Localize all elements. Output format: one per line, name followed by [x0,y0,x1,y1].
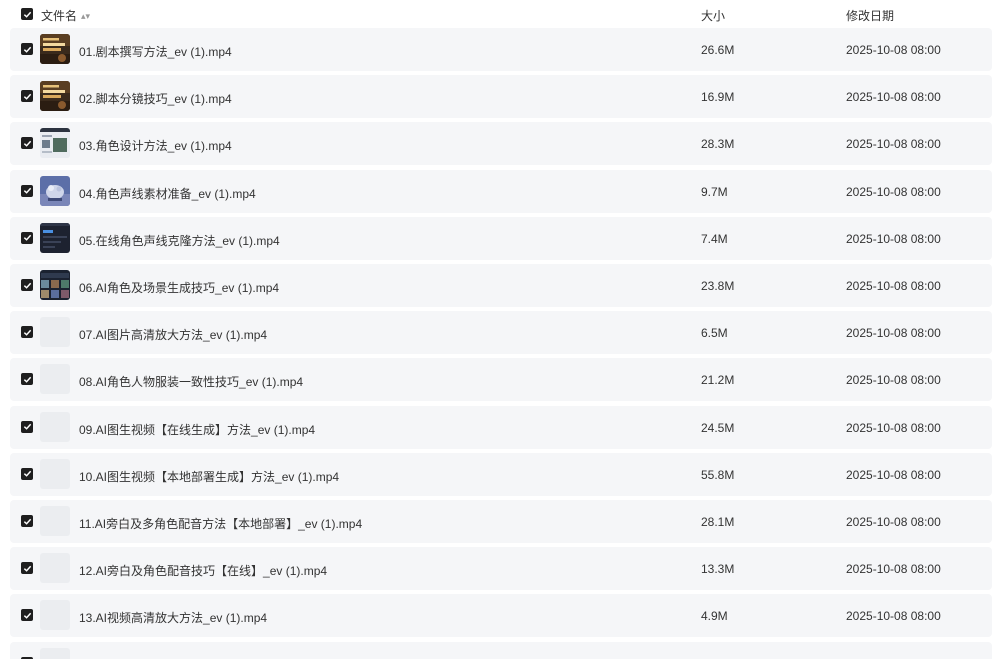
file-modified-date: 2025-10-08 08:00 [846,279,941,293]
file-row[interactable] [10,641,992,659]
video-thumbnail[interactable] [40,128,70,159]
file-name[interactable]: 05.在线角色声线克隆方法_ev (1).mp4 [79,232,280,249]
row-checkbox[interactable] [21,90,33,103]
file-modified-date: 2025-10-08 08:00 [846,90,941,105]
sort-icon[interactable]: ▴▾ [81,11,90,22]
video-thumbnail[interactable] [40,506,70,536]
file-size: 28.1M [701,515,735,529]
file-row[interactable]: 06.AI角色及场景生成技巧_ev (1).mp4 23.8M 2025-10-08… [10,264,992,307]
row-checkbox[interactable] [21,373,33,386]
file-size: 16.9M [701,90,735,105]
video-thumbnail[interactable] [40,553,70,584]
file-modified-date: 2025-10-08 08:00 [846,326,941,341]
file-modified-date: 2025-10-08 08:00 [846,231,941,246]
file-row[interactable]: 05.在线角色声线克隆方法_ev (1).mp4 7.4M 2025-10-08 0… [10,216,992,260]
file-row[interactable]: 08.AI角色人物服装一致性技巧_ev (1).mp4 21.2M 2025-10-… [10,358,992,402]
select-all-checkbox[interactable] [21,8,33,20]
file-modified-date: 2025-10-08 08:00 [846,43,941,57]
file-size: 21.2M [701,373,735,388]
row-checkbox[interactable] [21,326,33,339]
video-thumbnail[interactable] [40,81,70,112]
video-thumbnail[interactable] [40,175,70,206]
file-name[interactable]: 10.AI图生视频【本地部署生成】方法_ev (1).mp4 [79,468,339,485]
video-thumbnail[interactable] [40,270,70,300]
file-size: 23.8M [701,279,735,293]
row-checkbox[interactable] [21,562,33,575]
column-header-date[interactable]: 修改日期 [846,7,894,24]
row-checkbox[interactable] [21,420,33,433]
list-header: 文件名 ▴▾ 大小 修改日期 [0,0,1000,28]
file-size: 24.5M [701,420,735,435]
file-row[interactable]: 11.AI旁白及多角色配音方法【本地部署】_ev (1).mp4 28.1M 202… [10,500,992,543]
row-checkbox[interactable] [21,279,33,291]
file-name[interactable]: 03.角色设计方法_ev (1).mp4 [79,137,232,154]
column-header-size[interactable]: 大小 [701,7,725,24]
row-checkbox[interactable] [21,515,33,527]
row-checkbox[interactable] [21,43,33,55]
file-modified-date: 2025-10-08 08:00 [846,184,941,199]
file-name[interactable]: 08.AI角色人物服装一致性技巧_ev (1).mp4 [79,373,303,390]
file-name[interactable]: 11.AI旁白及多角色配音方法【本地部署】_ev (1).mp4 [79,515,362,532]
video-thumbnail[interactable] [40,317,70,348]
file-name[interactable]: 06.AI角色及场景生成技巧_ev (1).mp4 [79,279,279,296]
file-name[interactable]: 13.AI视频高清放大方法_ev (1).mp4 [79,609,267,626]
file-modified-date: 2025-10-08 08:00 [846,467,941,482]
video-thumbnail[interactable] [40,458,70,489]
file-list: 文件名 ▴▾ 大小 修改日期 01.剧本撰写方法_ev (1).mp4 26.6M 2… [0,0,1000,659]
video-thumbnail[interactable] [40,600,70,631]
video-thumbnail[interactable] [40,411,70,442]
file-name[interactable]: 01.剧本撰写方法_ev (1).mp4 [79,43,232,60]
file-name[interactable]: 12.AI旁白及角色配音技巧【在线】_ev (1).mp4 [79,562,327,579]
file-size: 7.4M [701,231,728,246]
file-modified-date: 2025-10-08 08:00 [846,562,941,577]
file-size: 9.7M [701,184,728,199]
file-name[interactable]: 04.角色声线素材准备_ev (1).mp4 [79,185,256,202]
file-row[interactable]: 10.AI图生视频【本地部署生成】方法_ev (1).mp4 55.8M 2025-… [10,452,992,496]
row-checkbox[interactable] [21,609,33,622]
file-size: 55.8M [701,467,735,482]
file-row[interactable]: 07.AI图片高清放大方法_ev (1).mp4 6.5M 2025-10-08 0… [10,311,992,355]
file-row[interactable]: 04.角色声线素材准备_ev (1).mp4 9.7M 2025-10-08 08:… [10,169,992,213]
file-modified-date: 2025-10-08 08:00 [846,609,941,624]
file-row[interactable]: 12.AI旁白及角色配音技巧【在线】_ev (1).mp4 13.3M 2025-1… [10,547,992,591]
file-name[interactable]: 07.AI图片高清放大方法_ev (1).mp4 [79,326,267,343]
file-size: 4.9M [701,609,728,624]
file-row[interactable]: 13.AI视频高清放大方法_ev (1).mp4 4.9M 2025-10-08 0… [10,594,992,638]
file-size: 13.3M [701,562,735,577]
file-modified-date: 2025-10-08 08:00 [846,515,941,529]
video-thumbnail[interactable] [40,364,70,395]
video-thumbnail[interactable] [40,647,70,659]
file-modified-date: 2025-10-08 08:00 [846,420,941,435]
file-name[interactable]: 09.AI图生视频【在线生成】方法_ev (1).mp4 [79,421,315,438]
row-checkbox[interactable] [21,137,33,150]
file-size: 28.3M [701,137,735,152]
file-modified-date: 2025-10-08 08:00 [846,137,941,152]
file-size: 6.5M [701,326,728,341]
file-name[interactable]: 02.脚本分镜技巧_ev (1).mp4 [79,90,232,107]
row-checkbox[interactable] [21,184,33,197]
video-thumbnail[interactable] [40,222,70,253]
file-row[interactable]: 03.角色设计方法_ev (1).mp4 28.3M 2025-10-08 08:0… [10,122,992,166]
file-row[interactable]: 01.剧本撰写方法_ev (1).mp4 26.6M 2025-10-08 08:0… [10,28,992,71]
column-header-name[interactable]: 文件名 ▴▾ [41,7,90,24]
row-checkbox[interactable] [21,231,33,244]
video-thumbnail[interactable] [40,34,70,64]
file-row[interactable]: 09.AI图生视频【在线生成】方法_ev (1).mp4 24.5M 2025-10… [10,405,992,449]
file-size: 26.6M [701,43,735,57]
file-modified-date: 2025-10-08 08:00 [846,373,941,388]
row-checkbox[interactable] [21,467,33,480]
column-header-name-label: 文件名 [41,9,78,23]
file-row[interactable]: 02.脚本分镜技巧_ev (1).mp4 16.9M 2025-10-08 08:0… [10,75,992,119]
